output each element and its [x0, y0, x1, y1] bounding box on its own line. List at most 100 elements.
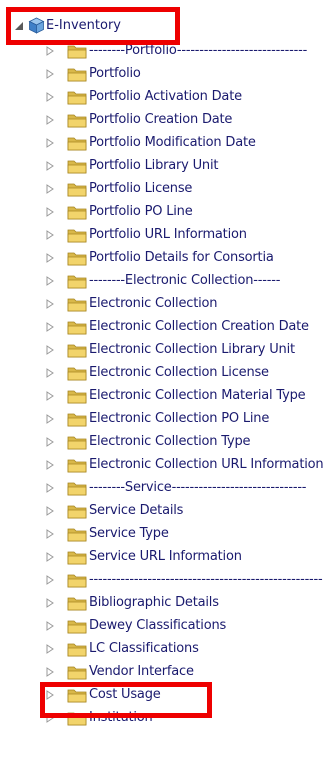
tree-item-label[interactable]: Portfolio PO Line — [89, 204, 193, 219]
expand-arrow-icon[interactable] — [46, 390, 54, 401]
expand-arrow-icon[interactable] — [46, 459, 54, 470]
expand-arrow-icon[interactable] — [46, 252, 54, 263]
tree-item-label[interactable]: Service Type — [89, 526, 169, 541]
expand-arrow-icon[interactable] — [46, 482, 54, 493]
tree-item[interactable]: Portfolio PO Line — [46, 200, 330, 223]
folder-icon — [67, 114, 87, 127]
expand-arrow-icon[interactable] — [46, 574, 54, 585]
tree-item-label[interactable]: Electronic Collection Library Unit — [89, 342, 295, 357]
tree-item[interactable]: Portfolio License — [46, 177, 330, 200]
tree-item[interactable]: Service URL Information — [46, 545, 330, 568]
tree-item[interactable]: Portfolio Modification Date — [46, 131, 330, 154]
expand-arrow-icon[interactable] — [46, 643, 54, 654]
tree-item-label[interactable]: Electronic Collection — [89, 296, 218, 311]
tree-item[interactable]: Electronic Collection Type — [46, 430, 330, 453]
tree-item[interactable]: Dewey Classifications — [46, 614, 330, 637]
tree-item-label[interactable]: Portfolio Creation Date — [89, 112, 232, 127]
folder-icon — [67, 137, 87, 150]
expand-arrow-icon[interactable] — [46, 597, 54, 608]
expand-arrow-icon[interactable] — [46, 91, 54, 102]
tree-item[interactable]: Bibliographic Details — [46, 591, 330, 614]
expand-arrow-icon[interactable] — [46, 68, 54, 79]
tree-item-label[interactable]: Bibliographic Details — [89, 595, 219, 610]
expand-arrow-icon[interactable] — [46, 620, 54, 631]
tree-item[interactable]: Institution — [46, 706, 330, 729]
expand-arrow-icon[interactable] — [46, 528, 54, 539]
tree-item[interactable]: Portfolio URL Information — [46, 223, 330, 246]
expand-arrow-icon[interactable] — [46, 551, 54, 562]
expand-arrow-icon[interactable] — [46, 137, 54, 148]
tree-item[interactable]: Vendor Interface — [46, 660, 330, 683]
tree-item-label[interactable]: Dewey Classifications — [89, 618, 226, 633]
tree-item[interactable]: Electronic Collection — [46, 292, 330, 315]
tree-root-e-inventory[interactable]: E-Inventory — [14, 14, 121, 37]
tree-item[interactable]: ----------------------------------------… — [46, 568, 330, 591]
tree-item[interactable]: Electronic Collection Material Type — [46, 384, 330, 407]
expand-arrow-icon[interactable] — [46, 344, 54, 355]
tree-item-label[interactable]: Electronic Collection Material Type — [89, 388, 306, 403]
tree-item-label[interactable]: Electronic Collection Type — [89, 434, 251, 449]
tree-item-label[interactable]: Electronic Collection Creation Date — [89, 319, 309, 334]
tree-item[interactable]: Service Type — [46, 522, 330, 545]
tree-item-label[interactable]: ----------------------------------------… — [89, 572, 323, 587]
tree-item-label[interactable]: Electronic Collection PO Line — [89, 411, 269, 426]
folder-icon — [67, 413, 87, 426]
tree-item-label[interactable]: Electronic Collection URL Information — [89, 457, 324, 472]
expand-arrow-icon[interactable] — [46, 505, 54, 516]
expand-arrow-icon[interactable] — [46, 298, 54, 309]
tree-item-label[interactable]: Portfolio Details for Consortia — [89, 250, 274, 265]
expand-arrow-icon[interactable] — [46, 183, 54, 194]
tree-root-label[interactable]: E-Inventory — [46, 18, 121, 33]
tree-item-label[interactable]: Service URL Information — [89, 549, 242, 564]
tree-item[interactable]: Electronic Collection PO Line — [46, 407, 330, 430]
tree-item[interactable]: --------Portfolio-----------------------… — [46, 39, 330, 62]
tree-item-label[interactable]: Portfolio Activation Date — [89, 89, 242, 104]
folder-icon — [67, 252, 87, 265]
tree-item[interactable]: Portfolio Activation Date — [46, 85, 330, 108]
expand-arrow-icon[interactable] — [46, 206, 54, 217]
folder-icon — [67, 597, 87, 610]
expand-arrow-icon[interactable] — [46, 666, 54, 677]
tree-item[interactable]: Cost Usage — [46, 683, 330, 706]
tree-item-label[interactable]: --------Electronic Collection------ — [89, 273, 280, 288]
tree-item[interactable]: Electronic Collection URL Information — [46, 453, 330, 476]
tree-item[interactable]: LC Classifications — [46, 637, 330, 660]
collapse-arrow-icon[interactable] — [14, 21, 24, 31]
tree-item-label[interactable]: --------Service-------------------------… — [89, 480, 307, 495]
tree-item-label[interactable]: Portfolio Library Unit — [89, 158, 218, 173]
expand-arrow-icon[interactable] — [46, 160, 54, 171]
expand-arrow-icon[interactable] — [46, 321, 54, 332]
cube-icon — [28, 17, 45, 34]
expand-arrow-icon[interactable] — [46, 413, 54, 424]
tree-item[interactable]: Electronic Collection Library Unit — [46, 338, 330, 361]
tree-item-label[interactable]: Portfolio License — [89, 181, 192, 196]
subject-area-tree: E-Inventory --------Portfolio-----------… — [0, 0, 330, 770]
tree-item[interactable]: Portfolio Library Unit — [46, 154, 330, 177]
tree-item[interactable]: Portfolio — [46, 62, 330, 85]
tree-item[interactable]: --------Electronic Collection------ — [46, 269, 330, 292]
expand-arrow-icon[interactable] — [46, 689, 54, 700]
expand-arrow-icon[interactable] — [46, 367, 54, 378]
tree-item-label[interactable]: Electronic Collection License — [89, 365, 269, 380]
tree-item[interactable]: --------Service-------------------------… — [46, 476, 330, 499]
tree-item-label[interactable]: Institution — [89, 710, 153, 725]
tree-item[interactable]: Service Details — [46, 499, 330, 522]
tree-item-label[interactable]: Portfolio URL Information — [89, 227, 247, 242]
expand-arrow-icon[interactable] — [46, 114, 54, 125]
tree-item[interactable]: Electronic Collection License — [46, 361, 330, 384]
expand-arrow-icon[interactable] — [46, 45, 54, 56]
expand-arrow-icon[interactable] — [46, 712, 54, 723]
tree-item-label[interactable]: Service Details — [89, 503, 183, 518]
tree-item[interactable]: Electronic Collection Creation Date — [46, 315, 330, 338]
expand-arrow-icon[interactable] — [46, 436, 54, 447]
tree-item-label[interactable]: --------Portfolio-----------------------… — [89, 43, 307, 58]
tree-item[interactable]: Portfolio Details for Consortia — [46, 246, 330, 269]
tree-item-label[interactable]: Portfolio Modification Date — [89, 135, 256, 150]
expand-arrow-icon[interactable] — [46, 275, 54, 286]
tree-item-label[interactable]: Portfolio — [89, 66, 141, 81]
tree-item-label[interactable]: Vendor Interface — [89, 664, 194, 679]
tree-item[interactable]: Portfolio Creation Date — [46, 108, 330, 131]
expand-arrow-icon[interactable] — [46, 229, 54, 240]
tree-item-label[interactable]: Cost Usage — [89, 687, 161, 702]
tree-item-label[interactable]: LC Classifications — [89, 641, 199, 656]
